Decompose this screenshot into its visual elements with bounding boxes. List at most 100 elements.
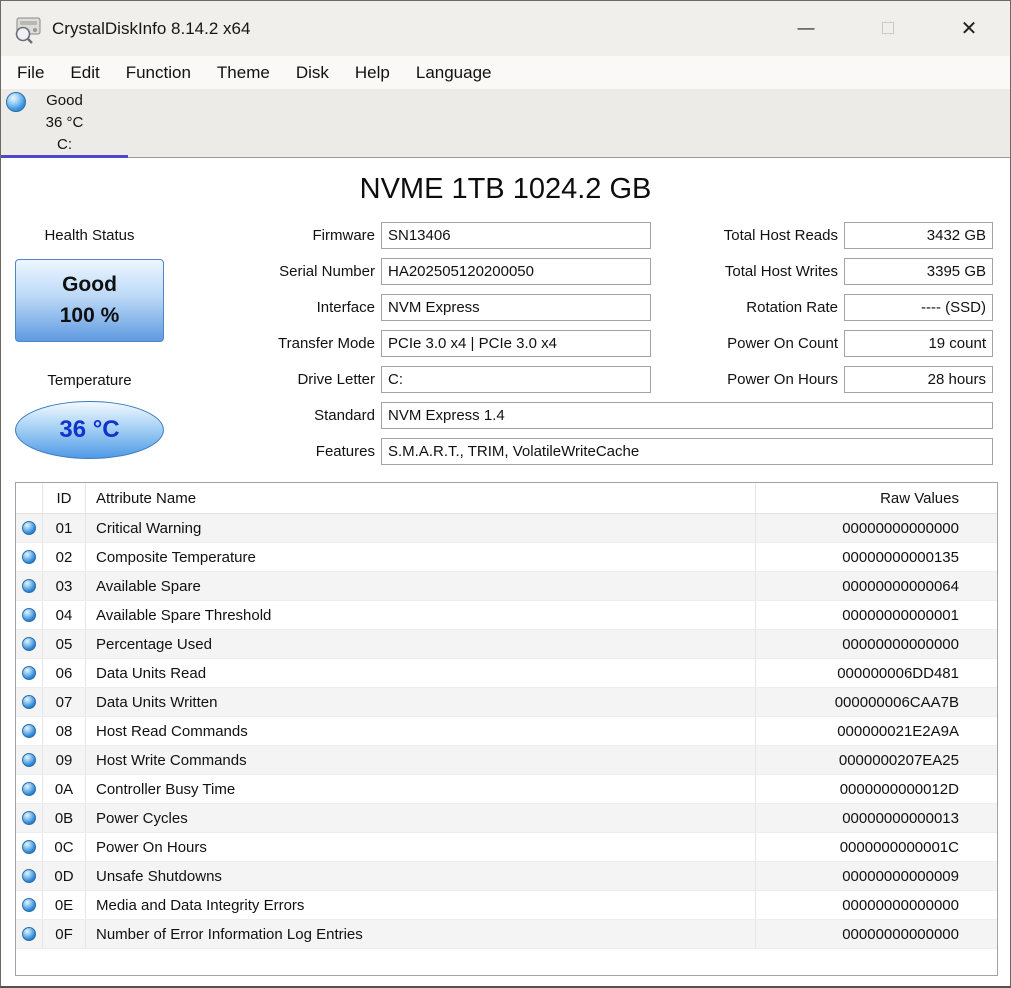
header-raw-values: Raw Values [755, 483, 997, 513]
row-status-cell [16, 746, 43, 774]
row-status-cell [16, 920, 43, 948]
field-value-box[interactable]: S.M.A.R.T., TRIM, VolatileWriteCache [381, 438, 993, 465]
smart-table-row: 0C Power On Hours 0000000000001C [16, 833, 997, 862]
field-label: Drive Letter [297, 371, 375, 388]
attribute-name: Power Cycles [96, 809, 188, 827]
attribute-name: Critical Warning [96, 519, 202, 537]
field-value-box[interactable]: 19 count [844, 330, 993, 357]
attribute-name: Data Units Written [96, 693, 218, 711]
field-label: Power On Count [727, 335, 838, 352]
field-value-box[interactable]: SN13406 [381, 222, 651, 249]
smart-table-row: 0F Number of Error Information Log Entri… [16, 920, 997, 949]
field-value-box[interactable]: 28 hours [844, 366, 993, 393]
menu-item[interactable]: Help [342, 56, 403, 89]
field-value-box[interactable]: 3432 GB [844, 222, 993, 249]
menu-item[interactable]: Language [403, 56, 505, 89]
status-good-orb-icon [22, 753, 36, 767]
status-good-orb-icon [22, 869, 36, 883]
status-good-orb-icon [22, 637, 36, 651]
attribute-raw-value: 000000006CAA7B [755, 688, 997, 716]
attribute-id: 01 [43, 514, 86, 542]
attribute-raw-value: 00000000000000 [755, 920, 997, 948]
maximize-icon [882, 22, 894, 34]
window-title: CrystalDiskInfo 8.14.2 x64 [52, 18, 251, 38]
status-good-orb-icon [22, 927, 36, 941]
menu-item[interactable]: Theme [204, 56, 283, 89]
attribute-id: 07 [43, 688, 86, 716]
status-good-orb-icon [22, 695, 36, 709]
attribute-id: 08 [43, 717, 86, 745]
smart-table-row: 04 Available Spare Threshold 00000000000… [16, 601, 997, 630]
menu-item-label: File [17, 62, 45, 82]
smart-table-row: 0E Media and Data Integrity Errors 00000… [16, 891, 997, 920]
attribute-name: Host Read Commands [96, 722, 248, 740]
attribute-id: 04 [43, 601, 86, 629]
attribute-name: Composite Temperature [96, 548, 256, 566]
row-status-cell [16, 833, 43, 861]
field-value-box[interactable]: C: [381, 366, 651, 393]
status-good-orb-icon [22, 550, 36, 564]
row-status-cell [16, 601, 43, 629]
attribute-raw-value: 0000000000012D [755, 775, 997, 803]
close-button[interactable]: ✕ [947, 9, 991, 47]
row-status-cell [16, 891, 43, 919]
field-value-box[interactable]: NVM Express [381, 294, 651, 321]
titlebar: CrystalDiskInfo 8.14.2 x64 — ✕ [1, 1, 1010, 56]
smart-table-row: 0A Controller Busy Time 0000000000012D [16, 775, 997, 804]
menu-item[interactable]: File [4, 56, 57, 89]
attribute-raw-value: 000000006DD481 [755, 659, 997, 687]
row-status-cell [16, 659, 43, 687]
attribute-id: 0E [43, 891, 86, 919]
row-status-cell [16, 688, 43, 716]
disk-tab-letter: C: [57, 136, 72, 153]
attribute-name: Power On Hours [96, 838, 207, 856]
row-status-cell [16, 514, 43, 542]
menu-item[interactable]: Edit [57, 56, 112, 89]
status-good-orb-icon [22, 608, 36, 622]
status-good-orb-icon [22, 840, 36, 854]
field-row: Total Host Reads 3432 GB [651, 222, 998, 249]
row-status-cell [16, 804, 43, 832]
field-label: Features [315, 443, 375, 460]
maximize-button[interactable] [866, 9, 910, 47]
smart-attribute-table: ID Attribute Name Raw Values 01 Critical… [15, 482, 998, 976]
attribute-name: Available Spare [96, 577, 201, 595]
menu-item-label: Theme [216, 62, 270, 82]
field-value-box[interactable]: PCIe 3.0 x4 | PCIe 3.0 x4 [381, 330, 651, 357]
smart-table-header: ID Attribute Name Raw Values [16, 483, 997, 514]
attribute-id: 0A [43, 775, 86, 803]
menu-item[interactable]: Function [113, 56, 204, 89]
attribute-raw-value: 0000000000001C [755, 833, 997, 861]
field-label: Rotation Rate [746, 299, 838, 316]
menu-item-label: Help [354, 62, 390, 82]
row-status-cell [16, 630, 43, 658]
field-value-box[interactable]: NVM Express 1.4 [381, 402, 993, 429]
field-value-box[interactable]: 3395 GB [844, 258, 993, 285]
status-good-orb-icon [22, 724, 36, 738]
attribute-name: Data Units Read [96, 664, 207, 682]
attribute-raw-value: 00000000000000 [755, 891, 997, 919]
attribute-id: 0F [43, 920, 86, 948]
field-row: Rotation Rate ---- (SSD) [651, 294, 998, 321]
menu-item-label: Language [415, 62, 492, 82]
disk-tab-c[interactable]: Good 36 °C C: [1, 89, 128, 158]
field-label: Standard [314, 407, 375, 424]
field-value-box[interactable]: ---- (SSD) [844, 294, 993, 321]
row-status-cell [16, 775, 43, 803]
status-good-orb-icon [22, 898, 36, 912]
disk-tab-status: Good [46, 92, 83, 109]
disk-tab-temperature: 36 °C [45, 114, 84, 131]
field-label: Interface [316, 299, 375, 316]
attribute-id: 0B [43, 804, 86, 832]
menu-item[interactable]: Disk [283, 56, 342, 89]
field-value-box[interactable]: HA202505120200050 [381, 258, 651, 285]
attribute-id: 0C [43, 833, 86, 861]
row-status-cell [16, 717, 43, 745]
attribute-raw-value: 00000000000001 [755, 601, 997, 629]
row-status-cell [16, 543, 43, 571]
minimize-button[interactable]: — [784, 9, 828, 47]
drive-title: NVME 1TB 1024.2 GB [359, 173, 652, 205]
attribute-name: Number of Error Information Log Entries [96, 925, 363, 943]
smart-table-row: 0D Unsafe Shutdowns 00000000000009 [16, 862, 997, 891]
attribute-id: 02 [43, 543, 86, 571]
